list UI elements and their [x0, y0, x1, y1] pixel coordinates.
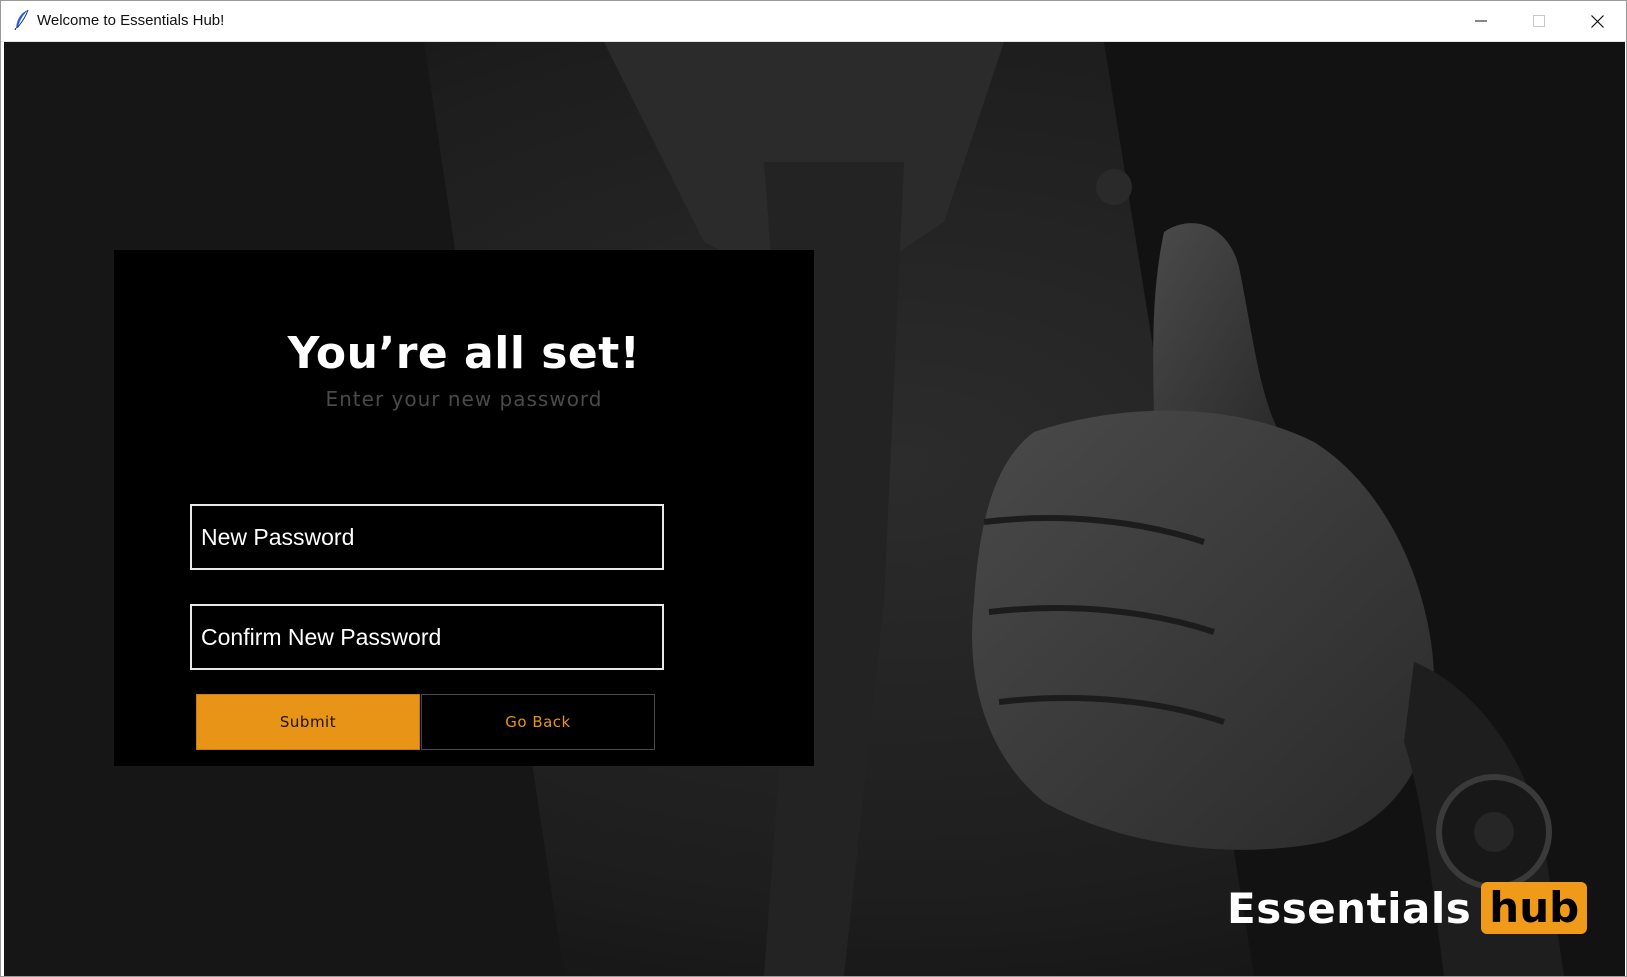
- brand-badge: hub: [1481, 882, 1588, 934]
- confirm-password-field[interactable]: [190, 604, 664, 670]
- feather-icon: [14, 9, 29, 31]
- submit-button[interactable]: Submit: [196, 694, 420, 750]
- title-bar[interactable]: Welcome to Essentials Hub!: [1, 1, 1626, 42]
- brand-logo: Essentials hub: [1227, 880, 1588, 936]
- close-icon: [1590, 14, 1604, 28]
- new-password-field[interactable]: [190, 504, 664, 570]
- page-title: You’re all set!: [287, 328, 641, 379]
- go-back-button[interactable]: Go Back: [421, 694, 655, 750]
- new-password-input[interactable]: [192, 506, 662, 568]
- maximize-icon: [1533, 15, 1545, 27]
- app-window: Welcome to Essentials Hub! You’re all se…: [0, 0, 1627, 977]
- reset-password-panel: You’re all set! Enter your new password …: [114, 250, 814, 766]
- close-button[interactable]: [1568, 1, 1626, 41]
- maximize-button[interactable]: [1510, 1, 1568, 41]
- minimize-icon: [1475, 20, 1487, 22]
- background-canvas: You’re all set! Enter your new password …: [4, 42, 1625, 976]
- page-subtitle: Enter your new password: [325, 387, 603, 411]
- minimize-button[interactable]: [1452, 1, 1510, 41]
- brand-wordmark: Essentials: [1227, 883, 1472, 933]
- confirm-password-input[interactable]: [192, 606, 662, 668]
- window-title: Welcome to Essentials Hub!: [37, 12, 225, 29]
